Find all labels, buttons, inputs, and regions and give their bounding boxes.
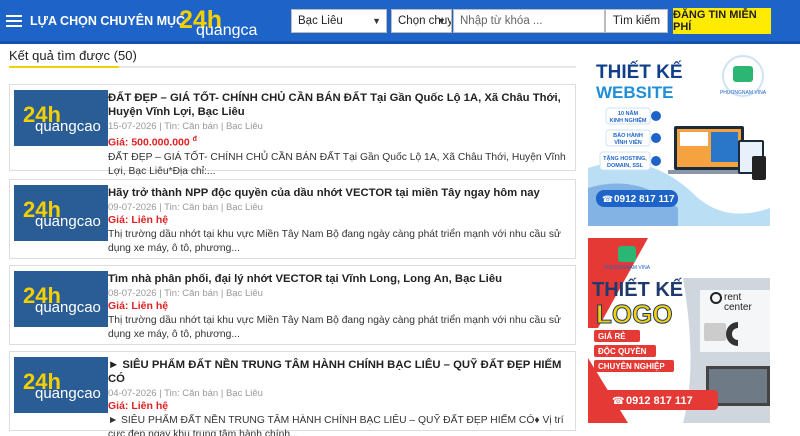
ad-phone: 0912 817 117 [626,395,693,407]
listing-title[interactable]: ► SIÊU PHẨM ĐẤT NỀN TRUNG TÂM HÀNH CHÍNH… [108,358,571,386]
website-design-ad-graphic: THIẾT KẾ WEBSITE PHUONGNAM VINA 10 NĂM K… [588,48,770,226]
ad-title-line2: LOGO [596,299,673,329]
svg-text:10 NĂM: 10 NĂM [618,110,639,117]
logo-design-ad-graphic: rent center PHUONGNAM VINA THIẾT KẾ LOGO… [588,238,770,423]
listing-item[interactable]: 24h quangcao ► SIÊU PHẨM ĐẤT NỀN TRUNG T… [9,351,576,436]
svg-text:quangcao: quangcao [35,299,101,316]
location-select[interactable]: Bạc Liêu ▼ [291,9,387,33]
listing-logo-image: 24h quangcao [23,369,101,402]
listing-title[interactable]: Tìm nhà phân phối, đại lý nhớt VECTOR tạ… [108,272,571,286]
logo-design-banner[interactable]: rent center PHUONGNAM VINA THIẾT KẾ LOGO… [588,238,770,423]
svg-text:☎: ☎ [602,194,613,204]
listing-description: ĐẤT ĐẸP – GIÁ TỐT- CHÍNH CHỦ CẦN BÁN ĐẤT… [108,151,566,177]
ad-title-line1: THIẾT KẾ [596,61,683,83]
listing-price: Giá: 500.000.000 đ [108,136,197,149]
svg-text:quangcao: quangcao [35,385,101,402]
listing-description: Thị trường dầu nhớt tại khu vực Miền Tây… [108,229,561,254]
ad-tag-exclusive: ĐỘC QUYỀN [598,346,647,356]
currency-symbol: đ [192,136,197,143]
listing-price: Giá: Liên hệ [108,300,169,312]
listing-thumbnail[interactable]: 24h quangcao [14,90,108,146]
ad-tag-cheap: GIÁ RẺ [598,332,626,341]
ad-phone: 0912 817 117 [614,194,675,205]
listing-description: Thị trường dầu nhớt tại khu vực Miền Tây… [108,315,561,340]
listing-thumbnail[interactable]: 24h quangcao [14,185,108,241]
listing-title[interactable]: ĐẤT ĐẸP – GIÁ TỐT- CHÍNH CHỦ CẦN BÁN ĐẤT… [108,91,571,119]
results-count-title: Kết quả tìm được (50) [9,48,137,63]
listing-meta: 04-07-2026 | Tin: Căn bán | Bạc Liêu [108,388,263,399]
search-button[interactable]: Tìm kiếm [605,9,668,33]
listing-meta: 15-07-2026 | Tin: Căn bán | Bạc Liêu [108,121,263,132]
svg-text:KINH NGHIỆM: KINH NGHIỆM [610,116,647,124]
svg-text:☎: ☎ [612,396,624,407]
listing-description: ► SIÊU PHẨM ĐẤT NỀN TRUNG TÂM HÀNH CHÍNH… [108,415,564,436]
ad-title-line1: THIẾT KẾ [592,278,683,301]
search-input[interactable] [453,9,605,33]
top-header: LỰA CHỌN CHUYÊN MỤC 24h quangcao Bạc Liê… [0,0,800,44]
ad-tag-professional: CHUYÊN NGHIỆP [598,362,665,371]
listing-price: Giá: Liên hệ [108,214,169,226]
svg-text:BẢO HÀNH: BẢO HÀNH [613,132,643,139]
listing-title[interactable]: Hãy trở thành NPP độc quyền của dầu nhớt… [108,186,571,200]
website-design-banner[interactable]: THIẾT KẾ WEBSITE PHUONGNAM VINA 10 NĂM K… [588,48,770,226]
chevron-down-icon: ▼ [437,16,446,26]
listing-logo-image: 24h quangcao [23,283,101,316]
listing-logo-image: 24h quangcao [23,197,101,230]
rent-center-text2: center [724,302,752,313]
svg-text:quangcao: quangcao [35,118,101,135]
site-logo[interactable]: 24h quangcao [178,4,258,38]
brand-logo-icon [618,246,636,262]
listing-logo-image: 24h quangcao [23,102,101,135]
results-divider [9,66,576,68]
svg-text:VĨNH VIỄN: VĨNH VIỄN [614,139,642,146]
category-menu-label: LỰA CHỌN CHUYÊN MỤC [30,14,186,28]
listing-item[interactable]: 24h quangcao Hãy trở thành NPP độc quyền… [9,179,576,259]
logo-text: quangcao [196,22,258,38]
feature-list: 10 NĂM KINH NGHIỆM BẢO HÀNH VĨNH VIỄN TẶ… [599,107,661,171]
ad-brand: PHUONGNAM VINA [720,90,767,96]
svg-text:TẶNG HOSTING,: TẶNG HOSTING, [603,155,647,162]
listing-item[interactable]: 24h quangcao Tìm nhà phân phối, đại lý n… [9,265,576,345]
ad-brand: PHUONGNAM VINA [604,265,651,271]
category-menu-button[interactable]: LỰA CHỌN CHUYÊN MỤC [6,6,185,36]
chevron-down-icon: ▼ [372,16,381,26]
svg-text:DOMAIN, SSL: DOMAIN, SSL [607,163,644,169]
post-free-ad-button[interactable]: ĐĂNG TIN MIỄN PHÍ [673,8,771,34]
listing-thumbnail[interactable]: 24h quangcao [14,357,108,413]
svg-text:quangcao: quangcao [35,213,101,230]
listing-price: Giá: Liên hệ [108,400,169,412]
location-select-value: Bạc Liêu [298,15,343,27]
ad-title-line2: WEBSITE [596,83,673,102]
menu-icon [6,15,22,27]
listing-meta: 09-07-2026 | Tin: Căn bán | Bạc Liêu [108,202,263,213]
listing-meta: 08-07-2026 | Tin: Căn bán | Bạc Liêu [108,288,263,299]
brand-logo-icon [733,66,753,82]
listing-thumbnail[interactable]: 24h quangcao [14,271,108,327]
listing-item[interactable]: 24h quangcao ĐẤT ĐẸP – GIÁ TỐT- CHÍNH CH… [9,84,576,177]
category-select[interactable]: Chọn chuyê ▼ [391,9,452,33]
